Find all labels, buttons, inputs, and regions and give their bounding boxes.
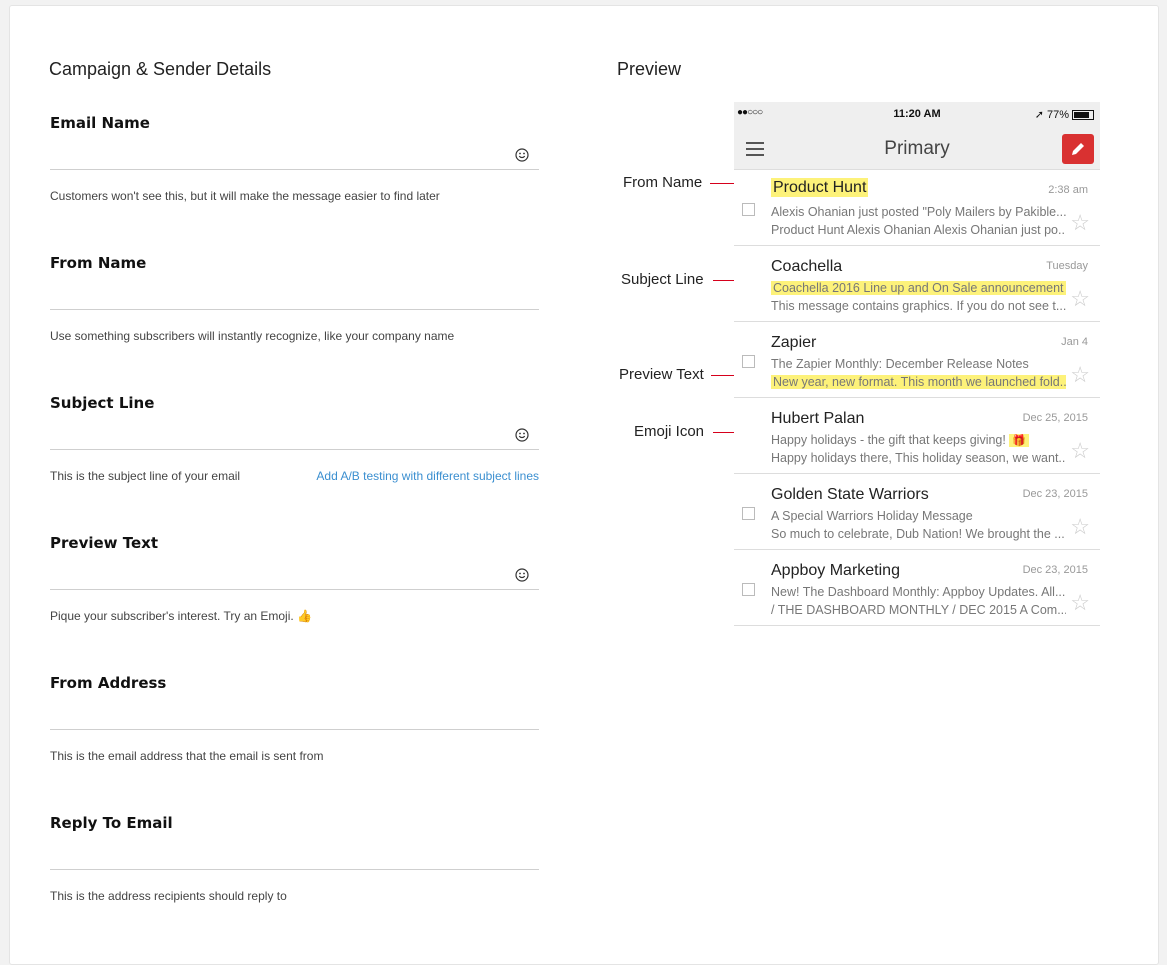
status-bar: ●●○○○ 11:20 AM ➚ 77%: [734, 102, 1100, 126]
email-preview-text: New year, new format. This month we laun…: [771, 375, 1066, 389]
email-from: Appboy Marketing: [771, 562, 900, 579]
preview-text-input-wrap: [50, 560, 539, 590]
star-icon[interactable]: ☆: [1070, 288, 1090, 310]
email-name-input-wrap: [50, 140, 539, 170]
star-icon[interactable]: ☆: [1070, 592, 1090, 614]
compose-pencil-icon[interactable]: [1062, 134, 1094, 164]
email-date: 2:38 am: [1048, 184, 1088, 196]
field-email-name: Email Name Customers won't see this, but…: [50, 114, 539, 203]
main-card: Campaign & Sender Details Email Name Cus…: [9, 5, 1159, 965]
callout-preview-text: Preview Text: [619, 366, 704, 383]
email-preview: This message contains graphics. If you d…: [771, 299, 1066, 313]
from-address-input[interactable]: [50, 700, 539, 729]
field-subject-line: Subject Line This is the subject line of…: [50, 394, 539, 483]
battery-icon: [1072, 109, 1094, 120]
email-row[interactable]: Zapier Jan 4 The Zapier Monthly: Decembe…: [734, 322, 1100, 398]
email-date: Dec 23, 2015: [1022, 488, 1088, 500]
email-row[interactable]: Coachella Tuesday Coachella 2016 Line up…: [734, 246, 1100, 322]
callout-from-name: From Name: [623, 174, 703, 191]
star-icon[interactable]: ☆: [1070, 516, 1090, 538]
email-subject: The Zapier Monthly: December Release Not…: [771, 357, 1029, 371]
reply-to-input[interactable]: [50, 840, 539, 869]
from-name-help: Use something subscribers will instantly…: [50, 329, 455, 343]
email-row[interactable]: Hubert Palan Dec 25, 2015 Happy holidays…: [734, 398, 1100, 474]
email-subject: Alexis Ohanian just posted "Poly Mailers…: [771, 205, 1066, 219]
from-name-label: From Name: [50, 254, 147, 272]
location-icon: ➚: [1034, 109, 1044, 121]
email-subject: Coachella 2016 Line up and On Sale annou…: [771, 281, 1066, 295]
ab-testing-link[interactable]: Add A/B testing with different subject l…: [316, 469, 539, 483]
field-reply-to: Reply To Email This is the address recip…: [50, 814, 539, 903]
star-icon[interactable]: ☆: [1070, 212, 1090, 234]
email-name-input[interactable]: [50, 140, 539, 169]
from-name-input[interactable]: [50, 280, 539, 309]
from-address-input-wrap: [50, 700, 539, 730]
email-from: Hubert Palan: [771, 410, 865, 427]
email-preview: So much to celebrate, Dub Nation! We bro…: [771, 527, 1065, 541]
email-row[interactable]: Product Hunt 2:38 am Alexis Ohanian just…: [734, 170, 1100, 246]
email-checkbox[interactable]: [742, 583, 755, 596]
app-title: Primary: [884, 138, 950, 159]
email-checkbox[interactable]: [742, 507, 755, 520]
email-from: Product Hunt: [771, 178, 869, 197]
email-from-text: Product Hunt: [771, 178, 869, 197]
field-from-name: From Name Use something subscribers will…: [50, 254, 539, 343]
preview-text-help: Pique your subscriber's interest. Try an…: [50, 609, 312, 623]
star-icon[interactable]: ☆: [1070, 364, 1090, 386]
emoji-picker-icon[interactable]: [515, 568, 529, 582]
email-preview: Product Hunt Alexis Ohanian Alexis Ohani…: [771, 223, 1066, 237]
subject-line-help: This is the subject line of your email: [50, 469, 241, 483]
subject-line-input-wrap: [50, 420, 539, 450]
email-preview: / THE DASHBOARD MONTHLY / DEC 2015 A Com…: [771, 603, 1066, 617]
email-subject-text: Coachella 2016 Line up and On Sale annou…: [771, 281, 1066, 295]
email-date: Tuesday: [1046, 260, 1088, 272]
phone-preview: ●●○○○ 11:20 AM ➚ 77% Primary Product Hun…: [734, 102, 1100, 626]
email-from: Golden State Warriors: [771, 486, 929, 503]
email-date: Dec 25, 2015: [1022, 412, 1088, 424]
section-title-campaign: Campaign & Sender Details: [49, 59, 272, 79]
reply-to-label: Reply To Email: [50, 814, 173, 832]
preview-text-input[interactable]: [50, 560, 539, 589]
reply-to-help: This is the address recipients should re…: [50, 889, 287, 903]
thumbs-up-icon: 👍: [297, 609, 313, 623]
email-date: Dec 23, 2015: [1022, 564, 1088, 576]
email-name-help: Customers won't see this, but it will ma…: [50, 189, 440, 203]
field-preview-text: Preview Text Pique your subscriber's int…: [50, 534, 539, 623]
reply-to-input-wrap: [50, 840, 539, 870]
subject-line-label: Subject Line: [50, 394, 155, 412]
preview-text-help-text: Pique your subscriber's interest. Try an…: [50, 609, 294, 623]
star-icon[interactable]: ☆: [1070, 440, 1090, 462]
gift-emoji-icon: 🎁: [1009, 434, 1030, 447]
email-row[interactable]: Golden State Warriors Dec 23, 2015 A Spe…: [734, 474, 1100, 550]
from-address-help: This is the email address that the email…: [50, 749, 324, 763]
email-from: Zapier: [771, 334, 817, 351]
email-checkbox[interactable]: [742, 203, 755, 216]
field-from-address: From Address This is the email address t…: [50, 674, 539, 763]
email-subject: New! The Dashboard Monthly: Appboy Updat…: [771, 585, 1066, 599]
subject-line-input[interactable]: [50, 420, 539, 449]
email-subject: Happy holidays - the gift that keeps giv…: [771, 433, 1066, 447]
section-title-preview: Preview: [617, 59, 682, 79]
email-from: Coachella: [771, 258, 843, 275]
email-subject-text: Happy holidays - the gift that keeps giv…: [771, 433, 1006, 447]
email-preview: New year, new format. This month we laun…: [771, 375, 1066, 389]
email-date: Jan 4: [1061, 336, 1088, 348]
email-preview: Happy holidays there, This holiday seaso…: [771, 451, 1066, 465]
email-checkbox[interactable]: [742, 355, 755, 368]
preview-text-label: Preview Text: [50, 534, 158, 552]
battery-indicator: ➚ 77%: [1035, 108, 1094, 121]
email-subject: A Special Warriors Holiday Message: [771, 509, 973, 523]
app-header: Primary: [734, 126, 1100, 170]
email-name-label: Email Name: [50, 114, 150, 132]
emoji-picker-icon[interactable]: [515, 428, 529, 442]
from-name-input-wrap: [50, 280, 539, 310]
from-address-label: From Address: [50, 674, 167, 692]
callout-subject-line: Subject Line: [621, 271, 704, 288]
battery-percent: 77%: [1046, 108, 1069, 121]
email-row[interactable]: Appboy Marketing Dec 23, 2015 New! The D…: [734, 550, 1100, 626]
callout-emoji-icon: Emoji Icon: [634, 423, 705, 440]
emoji-picker-icon[interactable]: [515, 148, 529, 162]
